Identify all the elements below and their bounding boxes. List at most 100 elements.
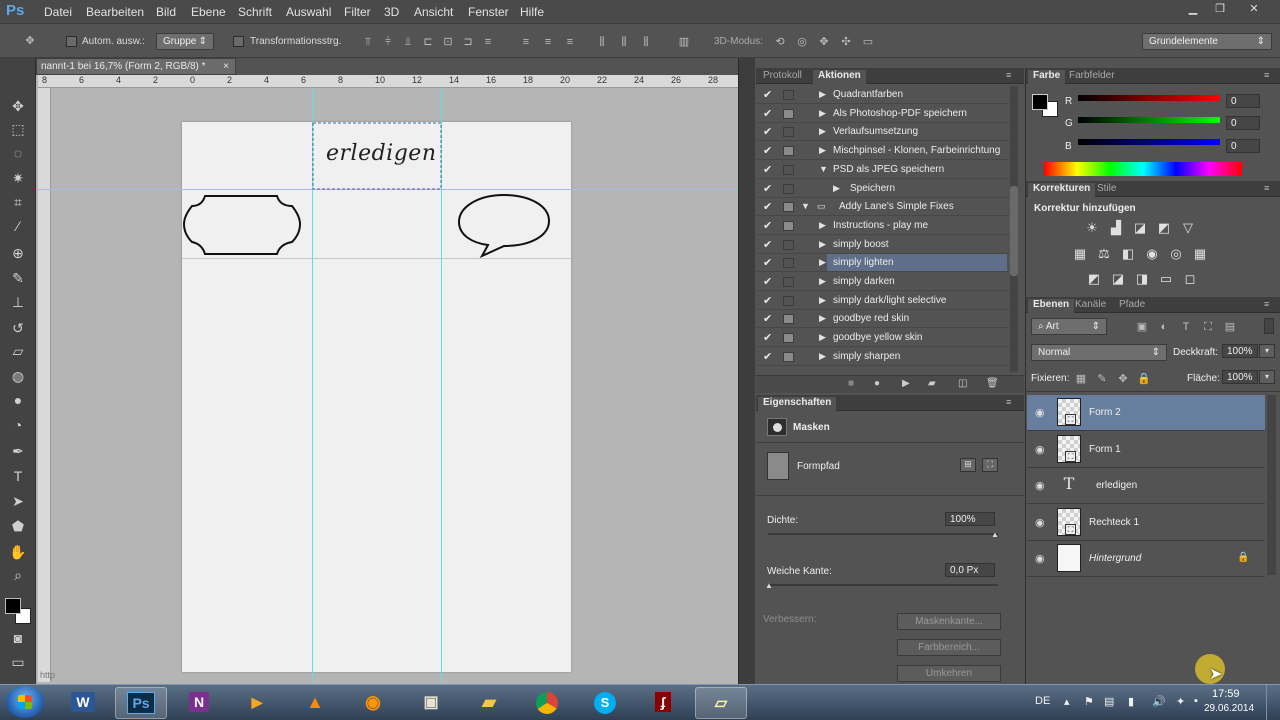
distribute-right-icon[interactable]: ⫼ (638, 35, 654, 49)
action-row[interactable]: ✔ ▼ PSD als JPEG speichern (757, 161, 1009, 179)
clock-date[interactable]: 29.06.2014 (1204, 703, 1254, 714)
history-brush-tool-icon[interactable]: ↺ (8, 318, 28, 338)
layer-name[interactable]: Form 2 (1089, 407, 1121, 418)
dialog-toggle[interactable] (783, 127, 794, 138)
action-row[interactable]: ✔ ▶ simply sharpen (757, 348, 1009, 366)
dialog-toggle[interactable] (783, 351, 794, 362)
trash-icon[interactable]: 🗑 (986, 378, 999, 389)
taskbar-media-player-icon[interactable]: ▶ (231, 687, 283, 719)
taskbar-vlc-icon[interactable]: ▲ (289, 687, 341, 719)
close-button[interactable]: ✕ (1244, 2, 1264, 16)
layer-row[interactable]: ◉ Terledigen (1027, 468, 1265, 504)
dialog-toggle[interactable] (783, 183, 794, 194)
hand-tool-icon[interactable]: ✋ (8, 542, 28, 562)
dialog-toggle[interactable] (783, 164, 794, 175)
magic-wand-tool-icon[interactable]: ✷ (8, 168, 28, 188)
layers-scrollbar[interactable] (1267, 395, 1276, 575)
menu-bild[interactable]: Bild (156, 5, 176, 19)
distribute-top-icon[interactable]: ≡ (518, 35, 534, 49)
foreground-color-swatch[interactable] (1032, 94, 1048, 110)
invert-icon[interactable]: ◩ (1086, 272, 1102, 286)
action-toggle-check[interactable]: ✔ (763, 88, 775, 101)
select-mask-icon[interactable]: ⊞ (960, 458, 976, 472)
apply-mask-icon[interactable]: ⛶ (982, 458, 998, 472)
dialog-toggle[interactable] (783, 258, 794, 269)
expand-right-icon[interactable]: ▶ (819, 295, 826, 306)
lock-transparency-icon[interactable]: ▦ (1073, 372, 1089, 386)
ruler-horizontal[interactable]: 8 6 4 2 0 2 4 6 8 10 12 14 16 18 20 22 24 26 28 (38, 75, 738, 88)
feather-field[interactable]: 0,0 Px (945, 563, 995, 577)
channel-b-field[interactable]: 0 (1226, 139, 1260, 153)
layer-row[interactable]: ◉ ⛶ Form 1 (1027, 432, 1265, 468)
action-row[interactable]: ✔ ▶ goodbye red skin (757, 310, 1009, 329)
visibility-eye-icon[interactable]: ◉ (1035, 443, 1049, 456)
move-tool-icon[interactable]: ✥ (8, 96, 28, 116)
tray-network-icon[interactable]: ▮ (1128, 695, 1134, 708)
screen-mode-icon[interactable]: ▭ (8, 652, 28, 672)
menu-3d[interactable]: 3D (384, 5, 399, 19)
clock-time[interactable]: 17:59 (1212, 688, 1240, 700)
action-toggle-check[interactable]: ✔ (763, 200, 775, 213)
menu-fenster[interactable]: Fenster (468, 5, 509, 19)
crop-tool-icon[interactable]: ⌗ (8, 192, 28, 212)
black-white-icon[interactable]: ◧ (1120, 247, 1136, 261)
actions-scrollbar[interactable] (1010, 86, 1018, 372)
hue-saturation-icon[interactable]: ▦ (1072, 247, 1088, 261)
layer-row[interactable]: ◉ ⛶ Rechteck 1 (1027, 505, 1265, 541)
panel-menu-icon[interactable]: ≡ (1006, 397, 1011, 407)
3d-rotate-icon[interactable]: ⟲ (772, 35, 788, 49)
action-toggle-check[interactable]: ✔ (763, 182, 775, 195)
action-row[interactable]: ✔ ▶ Als Photoshop-PDF speichern (757, 105, 1009, 123)
3d-slide-icon[interactable]: ✣ (838, 35, 854, 49)
taskbar-firefox-icon[interactable]: ◉ (347, 687, 399, 719)
lasso-tool-icon[interactable]: ◌ (8, 143, 28, 163)
dialog-toggle[interactable] (783, 333, 794, 344)
3d-drag-icon[interactable]: ✥ (816, 35, 832, 49)
maximize-button[interactable]: ❐ (1210, 2, 1230, 16)
action-toggle-check[interactable]: ✔ (763, 163, 775, 176)
foreground-color-swatch[interactable] (5, 598, 21, 614)
fill-slider-button[interactable]: ▾ (1259, 370, 1275, 384)
tab-kanaele[interactable]: Kanäle (1070, 299, 1111, 310)
stop-icon[interactable]: ■ (848, 378, 854, 389)
move-tool-icon[interactable]: ✥ (22, 34, 38, 48)
threshold-icon[interactable]: ◨ (1134, 272, 1150, 286)
opacity-slider-button[interactable]: ▾ (1259, 344, 1275, 358)
channel-mixer-icon[interactable]: ◎ (1168, 247, 1184, 261)
tab-stile[interactable]: Stile (1092, 183, 1121, 194)
distribute-hcenter-icon[interactable]: ⫼ (616, 35, 632, 49)
align-top-icon[interactable]: ⫪ (360, 35, 376, 49)
feather-slider-track[interactable] (768, 584, 998, 586)
pen-tool-icon[interactable]: ✒ (8, 441, 28, 461)
taskbar-explorer-icon[interactable]: ▰ (463, 687, 515, 719)
menu-hilfe[interactable]: Hilfe (520, 5, 544, 19)
expand-right-icon[interactable]: ▶ (819, 332, 826, 343)
dialog-toggle[interactable] (783, 239, 794, 250)
tray-volume-icon[interactable]: 🔊 (1152, 695, 1166, 708)
layer-name[interactable]: erledigen (1096, 480, 1137, 491)
action-toggle-check[interactable]: ✔ (763, 238, 775, 251)
dialog-toggle[interactable] (783, 90, 794, 100)
new-action-icon[interactable]: ◫ (958, 378, 967, 389)
eyedropper-tool-icon[interactable]: ⁄ (8, 216, 28, 236)
menu-filter[interactable]: Filter (344, 5, 371, 19)
3d-roll-icon[interactable]: ◎ (794, 35, 810, 49)
eraser-tool-icon[interactable]: ▱ (8, 341, 28, 361)
distribute-icon[interactable]: ≡ (480, 35, 496, 49)
taskbar-word-icon[interactable]: W (57, 687, 109, 719)
layer-filter-dropdown[interactable]: ⌕ Art ⇕ (1031, 318, 1107, 335)
channel-g-slider[interactable] (1078, 117, 1220, 123)
action-toggle-check[interactable]: ✔ (763, 256, 775, 269)
action-row[interactable]: ✔ ▶ Mischpinsel - Klonen, Farbeinrichtung (757, 142, 1009, 161)
language-indicator[interactable]: DE (1035, 695, 1050, 707)
close-tab-icon[interactable]: × (223, 61, 229, 72)
expand-right-icon[interactable]: ▶ (819, 313, 826, 324)
action-row[interactable]: ✔ ▶ goodbye yellow skin (757, 329, 1009, 348)
action-toggle-check[interactable]: ✔ (763, 125, 775, 138)
auto-select-dropdown[interactable]: Gruppe ⇕ (156, 33, 214, 50)
taskbar-acrobat-icon[interactable]: ʄ (637, 687, 689, 719)
layer-name[interactable]: Form 1 (1089, 444, 1121, 455)
action-row[interactable]: ✔ ▶ Quadrantfarben (757, 86, 1009, 104)
workspace-dropdown[interactable]: Grundelemente ⇕ (1142, 33, 1272, 50)
clone-stamp-tool-icon[interactable]: ⊥ (8, 292, 28, 312)
